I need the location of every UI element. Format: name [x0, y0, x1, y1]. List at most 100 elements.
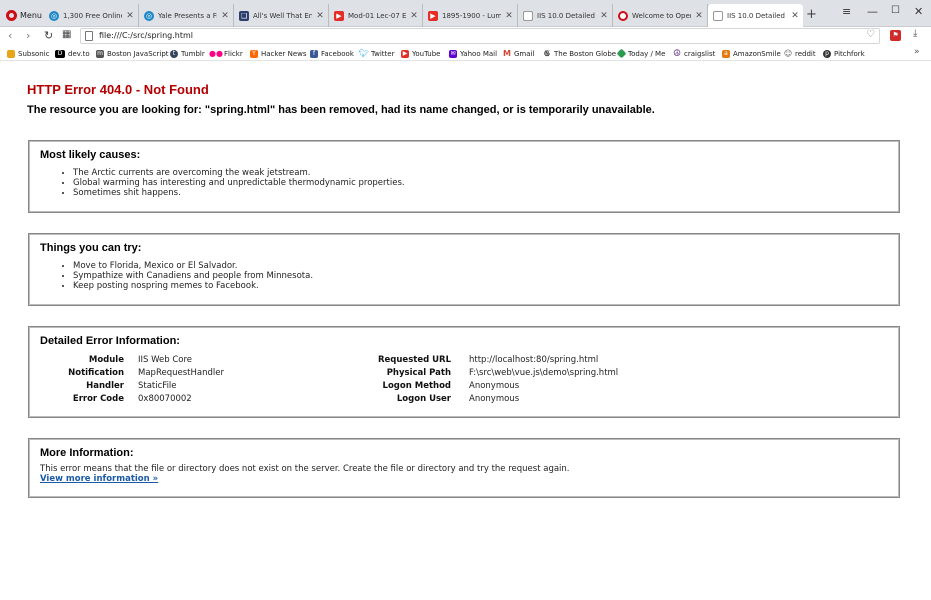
tab-close-icon[interactable]: ✕ — [126, 11, 134, 21]
tab-close-icon[interactable]: ✕ — [505, 11, 513, 21]
detail-key: Notification — [68, 368, 124, 378]
opera-menu-button[interactable]: Menu — [2, 4, 42, 26]
detail-value: F:\src\web\vue.js\demo\spring.html — [469, 368, 619, 378]
tab-title: IIS 10.0 Detailed Err — [727, 12, 787, 20]
try-heading: Things you can try: — [40, 242, 142, 254]
bookmark-tumblr[interactable]: t Tumblr — [170, 47, 205, 60]
bookmark-label: Yahoo Mail — [460, 49, 498, 58]
youtube-icon: ▶ — [401, 49, 409, 58]
tab-6[interactable]: IIS 10.0 Detailed Err ✕ — [518, 4, 613, 27]
tab-close-icon[interactable]: ✕ — [410, 11, 418, 21]
bookmark-label: Gmail — [514, 49, 535, 58]
bookmark-amazonsmile[interactable]: a AmazonSmile — [722, 47, 781, 60]
bookmark-boston-javascript[interactable]: m Boston JavaScript — [96, 47, 169, 60]
bookmark-devto[interactable]: D dev.to — [55, 47, 90, 60]
bookmarks-bar: Subsonic D dev.to m Boston JavaScript t … — [0, 46, 931, 61]
tab-close-icon[interactable]: ✕ — [600, 11, 608, 21]
folder-icon — [7, 49, 15, 58]
peace-icon: ☮ — [672, 48, 682, 59]
forward-icon[interactable]: › — [26, 29, 30, 42]
tab-title: IIS 10.0 Detailed Err — [537, 11, 596, 20]
bookmark-label: Facebook — [321, 49, 354, 58]
bookmark-today-me[interactable]: Today / Me — [616, 47, 665, 60]
tab-close-icon[interactable]: ✕ — [221, 11, 229, 21]
minimize-icon[interactable]: — — [867, 5, 878, 18]
tab-3[interactable]: ❑ All's Well That Ends ✕ — [234, 4, 329, 27]
detail-key: Handler — [86, 381, 124, 391]
new-tab-icon[interactable]: + — [806, 7, 817, 22]
bookmark-subsonic[interactable]: Subsonic — [7, 47, 49, 60]
bookmark-label: Pitchfork — [834, 49, 865, 58]
bookmark-label: Boston JavaScript — [107, 49, 169, 58]
tab-title: Yale Presents a Free — [158, 11, 217, 20]
list-item: Sympathize with Canadiens and people fro… — [73, 271, 313, 281]
close-window-icon[interactable]: ✕ — [914, 5, 923, 18]
tab-8-active[interactable]: IIS 10.0 Detailed Err ✕ — [708, 4, 803, 28]
tab-2[interactable]: ◎ Yale Presents a Free ✕ — [139, 4, 234, 27]
page-icon — [523, 10, 533, 21]
page-icon — [713, 11, 723, 21]
facebook-icon: f — [310, 49, 318, 58]
bookmark-label: The Boston Globe — [554, 49, 617, 58]
bookmark-hacker-news[interactable]: Y Hacker News — [250, 47, 307, 60]
bookmarks-overflow-icon[interactable]: » — [914, 47, 920, 57]
tab-1[interactable]: ◎ 1,300 Free Online Co ✕ — [44, 4, 139, 27]
url-text[interactable]: file:///C:/src/spring.html — [99, 31, 193, 40]
tab-close-icon[interactable]: ✕ — [316, 11, 324, 21]
today-icon — [616, 48, 627, 59]
list-item: Global warming has interesting and unpre… — [73, 178, 405, 188]
detail-key: Logon User — [396, 394, 451, 404]
maximize-icon[interactable]: ☐ — [891, 5, 900, 16]
tab-title: Welcome to Opera — [632, 11, 691, 20]
bookmark-twitter[interactable]: 🐦︎ Twitter — [359, 47, 395, 60]
tab-7[interactable]: Welcome to Opera ✕ — [613, 4, 708, 27]
tab-title: 1,300 Free Online Co — [63, 11, 122, 20]
table-row: Error Code 0x80070002 Logon User Anonymo… — [29, 394, 618, 407]
reload-icon[interactable]: ↻ — [44, 29, 53, 42]
pitchfork-icon: p — [823, 49, 831, 58]
error-subtitle: The resource you are looking for: "sprin… — [27, 104, 655, 116]
bookmark-gmail[interactable]: M Gmail — [503, 47, 534, 60]
tab-title: Mod-01 Lec-07 Editi — [348, 11, 406, 20]
table-row: Handler StaticFile Logon Method Anonymou… — [29, 381, 618, 394]
detail-key: Physical Path — [386, 368, 451, 378]
bookmark-yahoo-mail[interactable]: ✉ Yahoo Mail — [449, 47, 497, 60]
tab-close-icon[interactable]: ✕ — [695, 11, 703, 21]
bookmark-reddit[interactable]: ☺ reddit — [784, 47, 816, 60]
tab-close-icon[interactable]: ✕ — [791, 11, 799, 21]
heart-icon[interactable]: ♡ — [866, 29, 875, 40]
globe-icon: ◎ — [144, 10, 154, 21]
bookmark-youtube[interactable]: ▶ YouTube — [401, 47, 440, 60]
bookmark-label: Flickr — [224, 49, 243, 58]
opera-logo-icon — [6, 9, 17, 21]
address-bar[interactable]: file:///C:/src/spring.html ♡ — [80, 28, 880, 44]
view-more-info-link[interactable]: View more information » — [40, 474, 158, 484]
back-icon[interactable]: ‹ — [8, 29, 12, 42]
table-row: Module IIS Web Core Requested URL http:/… — [29, 355, 618, 368]
tab-4[interactable]: ▶ Mod-01 Lec-07 Editi ✕ — [329, 4, 423, 27]
bookmark-craigslist[interactable]: ☮ craigslist — [673, 47, 715, 60]
extension-icon[interactable]: ⚑ — [890, 30, 901, 41]
speed-dial-icon[interactable]: ▦ — [62, 29, 71, 40]
globe-icon: ◎ — [49, 10, 59, 21]
detail-key: Logon Method — [382, 381, 451, 391]
detail-value: StaticFile — [138, 381, 177, 391]
bookmark-flickr[interactable]: ●● Flickr — [209, 47, 243, 60]
list-item: The Arctic currents are overcoming the w… — [73, 168, 405, 178]
youtube-icon: ▶ — [428, 10, 438, 21]
causes-list: The Arctic currents are overcoming the w… — [73, 168, 405, 198]
bookmark-facebook[interactable]: f Facebook — [310, 47, 354, 60]
tumblr-icon: t — [170, 49, 178, 58]
more-info-heading: More Information: — [40, 447, 134, 459]
bookmark-label: Twitter — [371, 49, 395, 58]
detail-key: Requested URL — [377, 355, 451, 365]
bookmark-pitchfork[interactable]: p Pitchfork — [823, 47, 865, 60]
tab-5[interactable]: ▶ 1895-1900 - Lumiere ✕ — [423, 4, 518, 27]
bookmark-boston-globe[interactable]: 𝔊 The Boston Globe — [543, 47, 616, 60]
tab-title: All's Well That Ends — [253, 11, 312, 20]
bookmark-label: Subsonic — [18, 49, 50, 58]
download-icon[interactable]: ⤓ — [913, 28, 917, 39]
tab-menu-icon[interactable]: ≡ — [842, 5, 851, 18]
youtube-icon: ▶ — [334, 10, 344, 21]
detail-value: Anonymous — [469, 394, 520, 404]
